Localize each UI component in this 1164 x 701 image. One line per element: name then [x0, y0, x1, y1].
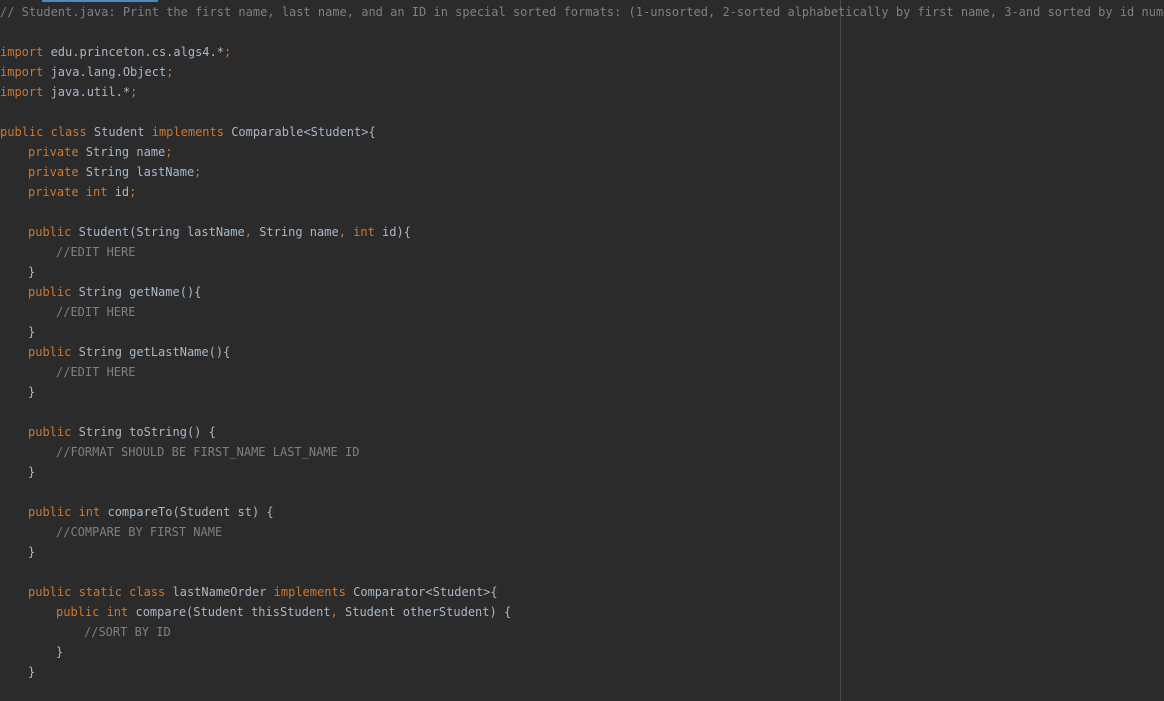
code-line[interactable]: public int compareTo(Student st) {	[0, 502, 1164, 522]
code-line[interactable]	[0, 402, 1164, 422]
code-token-kw: public int	[56, 605, 129, 619]
code-token-kw: public	[28, 425, 72, 439]
header-comment: // Student.java: Print the first name, l…	[0, 5, 1164, 19]
code-line[interactable]: }	[0, 382, 1164, 402]
code-token-plain: id	[107, 185, 130, 199]
code-line[interactable]	[0, 482, 1164, 502]
code-line[interactable]: public static class lastNameOrder implem…	[0, 582, 1164, 602]
code-line[interactable]: import java.lang.Object;	[0, 62, 1164, 82]
code-lines[interactable]: import edu.princeton.cs.algs4.*; import j…	[0, 42, 1164, 682]
code-line[interactable]: }	[0, 662, 1164, 682]
code-token-comment: //SORT BY ID	[84, 625, 171, 639]
code-line[interactable]: import edu.princeton.cs.algs4.*;	[0, 42, 1164, 62]
code-line[interactable]: private int id;	[0, 182, 1164, 202]
code-token-kw: ;	[194, 165, 202, 179]
code-line[interactable]	[0, 202, 1164, 222]
code-token-kw: implements	[151, 125, 224, 139]
code-token-kw: public	[28, 345, 72, 359]
code-token-kw: implements	[273, 585, 346, 599]
code-token-plain: id){	[374, 225, 411, 239]
code-token-plain: compare(Student thisStudent	[128, 605, 331, 619]
code-line[interactable]: import java.util.*;	[0, 82, 1164, 102]
code-token-kw: ;	[166, 65, 174, 79]
code-line[interactable]: private String name;	[0, 142, 1164, 162]
code-token-comment: //COMPARE BY FIRST NAME	[56, 525, 223, 539]
code-token-plain: String lastName	[78, 165, 195, 179]
code-line[interactable]	[0, 562, 1164, 582]
code-token-kw: ;	[223, 45, 232, 59]
code-token-kw: import	[0, 45, 44, 59]
code-token-comment: //FORMAT SHOULD BE FIRST_NAME LAST_NAME …	[56, 445, 360, 459]
code-token-comment: //EDIT HERE	[56, 245, 136, 259]
code-token-kw: ;	[129, 185, 137, 199]
code-line-blank[interactable]	[0, 22, 1164, 42]
code-token-plain: Comparator<Student>{	[345, 585, 498, 599]
code-token-plain: }	[28, 545, 36, 559]
code-token-comment: //EDIT HERE	[56, 305, 136, 319]
code-token-plain: }	[28, 325, 36, 339]
code-line[interactable]: public String toString() {	[0, 422, 1164, 442]
code-line-header-comment[interactable]: // Student.java: Print the first name, l…	[0, 2, 1164, 22]
code-line[interactable]: }	[0, 462, 1164, 482]
code-token-kw: , int	[338, 225, 375, 239]
code-line[interactable]: //FORMAT SHOULD BE FIRST_NAME LAST_NAME …	[0, 442, 1164, 462]
code-token-kw: public class	[0, 125, 87, 139]
code-token-plain: java.util.*	[43, 85, 131, 99]
code-token-kw: ;	[165, 145, 173, 159]
code-line[interactable]: public class Student implements Comparab…	[0, 122, 1164, 142]
code-token-kw: public int	[28, 505, 101, 519]
code-token-plain: String getName(){	[71, 285, 202, 299]
code-line[interactable]: //COMPARE BY FIRST NAME	[0, 522, 1164, 542]
code-line[interactable]: //SORT BY ID	[0, 622, 1164, 642]
code-line[interactable]: //EDIT HERE	[0, 302, 1164, 322]
code-token-plain: String name	[251, 225, 339, 239]
code-token-kw: ;	[130, 85, 138, 99]
code-line[interactable]: }	[0, 262, 1164, 282]
code-token-plain: lastNameOrder	[165, 585, 274, 599]
code-token-kw: public	[28, 285, 72, 299]
code-line[interactable]	[0, 102, 1164, 122]
code-line[interactable]: public int compare(Student thisStudent, …	[0, 602, 1164, 622]
code-token-comment: //EDIT HERE	[56, 365, 136, 379]
code-line[interactable]: //EDIT HERE	[0, 242, 1164, 262]
code-token-plain: }	[28, 265, 36, 279]
code-token-kw: private	[28, 165, 79, 179]
code-line[interactable]: private String lastName;	[0, 162, 1164, 182]
code-area[interactable]: // Student.java: Print the first name, l…	[0, 2, 1164, 682]
code-token-kw: import	[0, 85, 44, 99]
code-token-kw: import	[0, 65, 44, 79]
code-token-plain: Student	[86, 125, 152, 139]
code-token-kw: public static class	[28, 585, 166, 599]
code-token-plain: }	[56, 645, 64, 659]
code-token-kw: private	[28, 145, 79, 159]
code-token-plain: }	[28, 385, 36, 399]
code-token-plain: String name	[78, 145, 166, 159]
code-line[interactable]: }	[0, 542, 1164, 562]
code-token-plain: }	[28, 665, 36, 679]
code-line[interactable]: public Student(String lastName, String n…	[0, 222, 1164, 242]
code-token-plain: }	[28, 465, 36, 479]
code-line[interactable]: }	[0, 322, 1164, 342]
code-line[interactable]: public String getName(){	[0, 282, 1164, 302]
code-token-plain: compareTo(Student st) {	[100, 505, 274, 519]
code-token-plain: java.lang.Object	[43, 65, 167, 79]
code-token-kw: ,	[244, 225, 252, 239]
code-token-kw: ,	[330, 605, 338, 619]
code-token-plain: edu.princeton.cs.algs4.*	[43, 45, 224, 59]
code-editor[interactable]: // Student.java: Print the first name, l…	[0, 0, 1164, 701]
code-token-plain: String getLastName(){	[71, 345, 231, 359]
code-line[interactable]: //EDIT HERE	[0, 362, 1164, 382]
code-token-plain: Comparable<Student>{	[223, 125, 376, 139]
code-token-kw: private int	[28, 185, 108, 199]
code-token-plain: String toString() {	[71, 425, 216, 439]
code-line[interactable]: public String getLastName(){	[0, 342, 1164, 362]
code-token-kw: public	[28, 225, 72, 239]
code-line[interactable]: }	[0, 642, 1164, 662]
code-token-plain: Student(String lastName	[71, 225, 245, 239]
code-token-plain: Student otherStudent) {	[337, 605, 512, 619]
